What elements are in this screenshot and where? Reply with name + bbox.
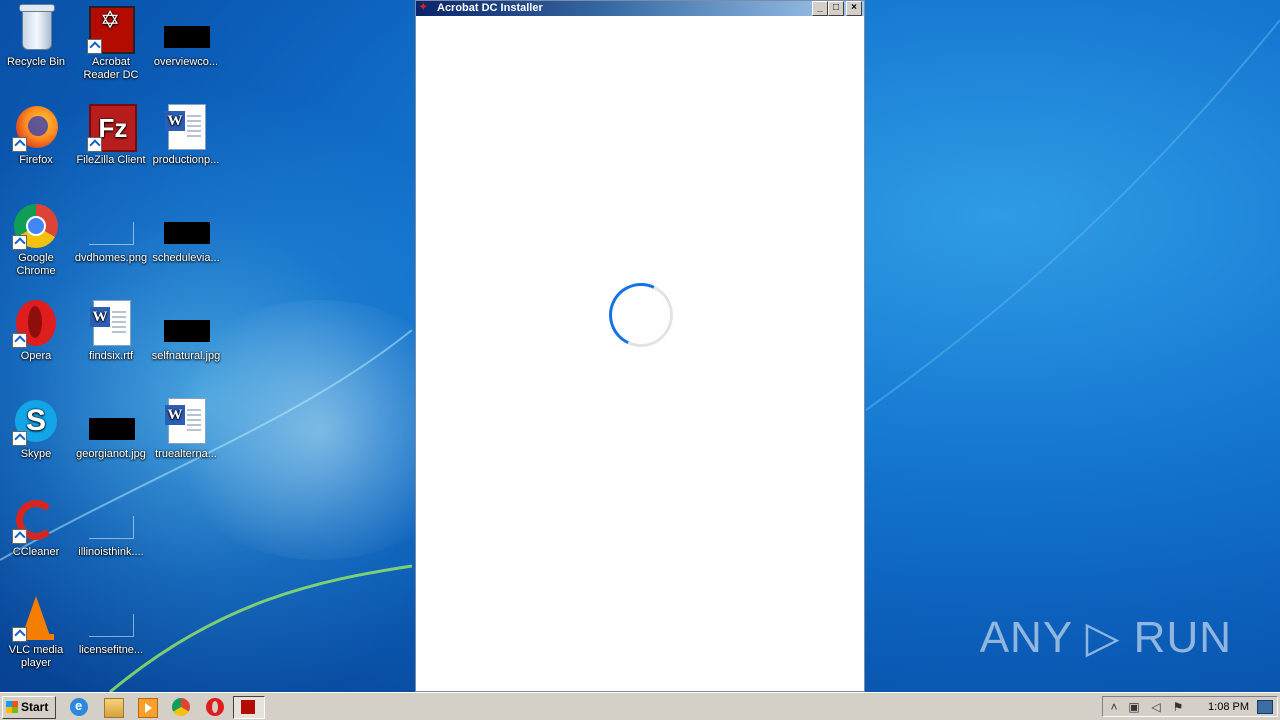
show-hidden-icons-chevron[interactable]: ˄: [1107, 700, 1121, 714]
desktop-icon-skype[interactable]: S Skype: [0, 398, 73, 461]
image-file-icon: [162, 300, 210, 348]
desktop-icon-label: Recycle Bin: [6, 56, 66, 68]
recycle-bin-icon: [12, 4, 60, 54]
desktop-icon-firefox[interactable]: Firefox: [0, 104, 73, 167]
network-icon[interactable]: ▣: [1127, 700, 1141, 714]
internet-explorer-icon[interactable]: [70, 698, 88, 716]
ccleaner-icon: [12, 496, 60, 544]
clock[interactable]: 1:08 PM: [1208, 700, 1249, 714]
desktop-icon-filezilla[interactable]: Fz FileZilla Client: [74, 104, 148, 167]
desktop-icon-label: illinoisthink....: [78, 546, 144, 558]
image-file-icon: [162, 6, 210, 54]
image-file-icon: [87, 496, 135, 544]
word-document-icon: [162, 104, 210, 152]
desktop-icon-label: georgianot.jpg: [76, 448, 146, 460]
desktop-icon-label: VLC media player: [8, 644, 64, 669]
chrome-icon[interactable]: [172, 698, 190, 716]
desktop-icon-productionp[interactable]: productionp...: [149, 104, 223, 167]
action-center-flag-icon[interactable]: ⚑: [1171, 700, 1185, 714]
desktop-icon-label: selfnatural.jpg: [151, 350, 221, 362]
desktop-icon-label: overviewco...: [153, 56, 219, 68]
desktop-icon-label: findsix.rtf: [88, 350, 133, 362]
show-desktop-icon[interactable]: [1257, 700, 1273, 714]
desktop-icon-label: CCleaner: [12, 546, 60, 558]
desktop-icon-label: Acrobat Reader DC: [83, 56, 139, 81]
desktop-icon-label: Google Chrome: [16, 252, 56, 277]
desktop-icon-chrome[interactable]: Google Chrome: [0, 202, 73, 278]
image-file-icon: [87, 398, 135, 446]
close-button[interactable]: ×: [846, 1, 862, 16]
desktop-icon-georgianot[interactable]: georgianot.jpg: [74, 398, 148, 461]
desktop-icon-schedulevia[interactable]: schedulevia...: [149, 202, 223, 265]
chrome-icon: [12, 202, 60, 250]
desktop-icon-overviewco[interactable]: overviewco...: [149, 6, 223, 69]
start-button[interactable]: Start: [2, 696, 56, 719]
desktop-icon-label: schedulevia...: [152, 252, 220, 264]
filezilla-icon: Fz: [87, 104, 137, 152]
opera-icon[interactable]: [206, 698, 224, 716]
skype-icon: S: [12, 398, 60, 446]
desktop-icon-label: productionp...: [152, 154, 220, 166]
windows-logo-icon: [6, 701, 18, 713]
desktop-icon-label: Firefox: [19, 154, 53, 166]
desktop: Recycle Bin Firefox Google Chrome Opera …: [0, 0, 1280, 692]
vlc-icon: [12, 594, 60, 642]
desktop-icon-label: FileZilla Client: [76, 154, 146, 166]
desktop-icon-selfnatural[interactable]: selfnatural.jpg: [149, 300, 223, 363]
desktop-icon-acrobat-reader[interactable]: Acrobat Reader DC: [74, 6, 148, 82]
window-title: Acrobat DC Installer: [437, 2, 543, 14]
acrobat-installer-task[interactable]: [233, 696, 265, 719]
desktop-icon-licensefitne[interactable]: licensefitne...: [74, 594, 148, 657]
windows-explorer-icon[interactable]: [104, 698, 124, 718]
desktop-icon-label: dvdhomes.png: [74, 252, 148, 264]
desktop-icon-vlc[interactable]: VLC media player: [0, 594, 73, 670]
desktop-icon-ccleaner[interactable]: CCleaner: [0, 496, 73, 559]
desktop-icon-findsix[interactable]: findsix.rtf: [74, 300, 148, 363]
acrobat-installer-window[interactable]: ✦ Acrobat DC Installer _ □ ×: [415, 0, 865, 692]
desktop-icon-label: licensefitne...: [78, 644, 144, 656]
desktop-icon-dvdhomes[interactable]: dvdhomes.png: [74, 202, 148, 265]
taskbar: Start ˄ ▣ ◁ ⚑ 1:08 PM: [0, 692, 1280, 720]
desktop-icon-truealterna[interactable]: truealterna...: [149, 398, 223, 461]
word-document-icon: [162, 398, 210, 446]
desktop-icon-illinoisthink[interactable]: illinoisthink....: [74, 496, 148, 559]
minimize-button[interactable]: _: [812, 1, 828, 16]
acrobat-reader-icon: [87, 6, 135, 54]
firefox-icon: [12, 104, 60, 152]
desktop-icon-label: Opera: [20, 350, 52, 362]
loading-spinner-icon: [599, 273, 683, 357]
media-player-icon[interactable]: [138, 698, 158, 718]
opera-icon: [12, 300, 60, 348]
desktop-icon-label: truealterna...: [155, 448, 217, 460]
desktop-icon-recycle-bin[interactable]: Recycle Bin: [0, 4, 73, 69]
start-label: Start: [21, 700, 49, 714]
desktop-icon-label: Skype: [20, 448, 52, 460]
word-document-icon: [87, 300, 135, 348]
maximize-button[interactable]: □: [828, 1, 844, 16]
anyrun-watermark: ANY ▷ RUN: [979, 613, 1232, 662]
image-file-icon: [87, 202, 135, 250]
system-tray: ˄ ▣ ◁ ⚑ 1:08 PM: [1102, 696, 1278, 717]
acrobat-icon: ✦: [419, 2, 428, 13]
image-file-icon: [162, 202, 210, 250]
desktop-icon-opera[interactable]: Opera: [0, 300, 73, 363]
window-titlebar[interactable]: ✦ Acrobat DC Installer _ □ ×: [416, 1, 864, 16]
volume-icon[interactable]: ◁: [1149, 700, 1163, 714]
image-file-icon: [87, 594, 135, 642]
